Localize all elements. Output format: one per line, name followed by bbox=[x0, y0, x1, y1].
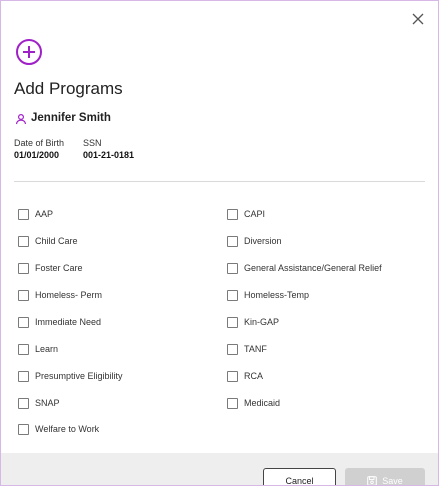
page-title: Add Programs bbox=[14, 79, 123, 98]
program-checkbox-tanf[interactable]: TANF bbox=[227, 342, 267, 356]
checkbox[interactable] bbox=[18, 208, 29, 220]
plus-circle-icon bbox=[15, 38, 43, 66]
program-label: Medicaid bbox=[244, 398, 281, 408]
program-checkbox-homeless-perm[interactable]: Homeless- Perm bbox=[18, 288, 102, 302]
ssn-value: 001-21-0181 bbox=[83, 150, 135, 160]
program-label: AAP bbox=[35, 209, 54, 219]
floppy-disk-icon bbox=[367, 475, 378, 485]
checkbox[interactable] bbox=[227, 397, 238, 409]
program-label: Foster Care bbox=[35, 263, 83, 273]
program-checkbox-kin-gap[interactable]: Kin-GAP bbox=[227, 315, 279, 329]
checkbox[interactable] bbox=[18, 343, 29, 355]
checkbox[interactable] bbox=[18, 423, 29, 435]
program-checkbox-snap[interactable]: SNAP bbox=[18, 396, 60, 410]
program-label: Homeless-Temp bbox=[244, 290, 310, 300]
program-label: Immediate Need bbox=[35, 317, 102, 327]
checkbox[interactable] bbox=[18, 262, 29, 274]
ssn-label: SSN bbox=[83, 138, 102, 148]
checkbox[interactable] bbox=[18, 289, 29, 301]
program-label: Homeless- Perm bbox=[35, 290, 103, 300]
program-label: General Assistance/General Relief bbox=[244, 263, 382, 273]
program-label: Learn bbox=[35, 344, 59, 354]
checkbox[interactable] bbox=[227, 262, 238, 274]
program-checkbox-welfare-to-work[interactable]: Welfare to Work bbox=[18, 422, 99, 436]
checkbox[interactable] bbox=[227, 343, 238, 355]
program-checkbox-immediate-need[interactable]: Immediate Need bbox=[18, 315, 101, 329]
program-label: Presumptive Eligibility bbox=[35, 371, 123, 381]
program-checkbox-presumptive-eligibility[interactable]: Presumptive Eligibility bbox=[18, 369, 123, 383]
program-checkbox-medicaid[interactable]: Medicaid bbox=[227, 396, 280, 410]
checkbox[interactable] bbox=[227, 370, 238, 382]
program-label: TANF bbox=[244, 344, 267, 354]
dob-label: Date of Birth bbox=[14, 138, 65, 148]
program-checkbox-homeless-temp[interactable]: Homeless-Temp bbox=[227, 288, 309, 302]
program-checkbox-diversion[interactable]: Diversion bbox=[227, 234, 282, 248]
cancel-button-label: Cancel bbox=[285, 475, 314, 486]
program-label: Child Care bbox=[35, 236, 78, 246]
save-button[interactable]: Save bbox=[345, 468, 425, 486]
cancel-button[interactable]: Cancel bbox=[263, 468, 336, 486]
checkbox[interactable] bbox=[18, 235, 29, 247]
save-button-label: Save bbox=[382, 475, 403, 486]
person-icon bbox=[15, 112, 27, 125]
program-label: Welfare to Work bbox=[35, 424, 100, 434]
program-label: SNAP bbox=[35, 398, 60, 408]
checkbox[interactable] bbox=[18, 316, 29, 328]
program-checkbox-general-assistance[interactable]: General Assistance/General Relief bbox=[227, 261, 382, 275]
program-checkbox-aap[interactable]: AAP bbox=[18, 207, 53, 221]
program-label: Diversion bbox=[244, 236, 282, 246]
checkbox[interactable] bbox=[18, 370, 29, 382]
add-programs-dialog: Add Programs Jennifer Smith Date of Birt… bbox=[0, 0, 439, 486]
checkbox[interactable] bbox=[227, 316, 238, 328]
close-icon[interactable] bbox=[410, 11, 426, 27]
program-checkbox-rca[interactable]: RCA bbox=[227, 369, 263, 383]
divider bbox=[14, 181, 425, 182]
program-label: RCA bbox=[244, 371, 264, 381]
program-checkbox-capi[interactable]: CAPI bbox=[227, 207, 265, 221]
checkbox[interactable] bbox=[227, 235, 238, 247]
program-label: Kin-GAP bbox=[244, 317, 280, 327]
program-label: CAPI bbox=[244, 209, 266, 219]
checkbox[interactable] bbox=[227, 289, 238, 301]
checkbox[interactable] bbox=[227, 208, 238, 220]
program-checkbox-child-care[interactable]: Child Care bbox=[18, 234, 78, 248]
checkbox[interactable] bbox=[18, 397, 29, 409]
dob-value: 01/01/2000 bbox=[14, 150, 60, 160]
person-name: Jennifer Smith bbox=[31, 112, 111, 124]
program-checkbox-foster-care[interactable]: Foster Care bbox=[18, 261, 83, 275]
program-checkbox-learn[interactable]: Learn bbox=[18, 342, 58, 356]
